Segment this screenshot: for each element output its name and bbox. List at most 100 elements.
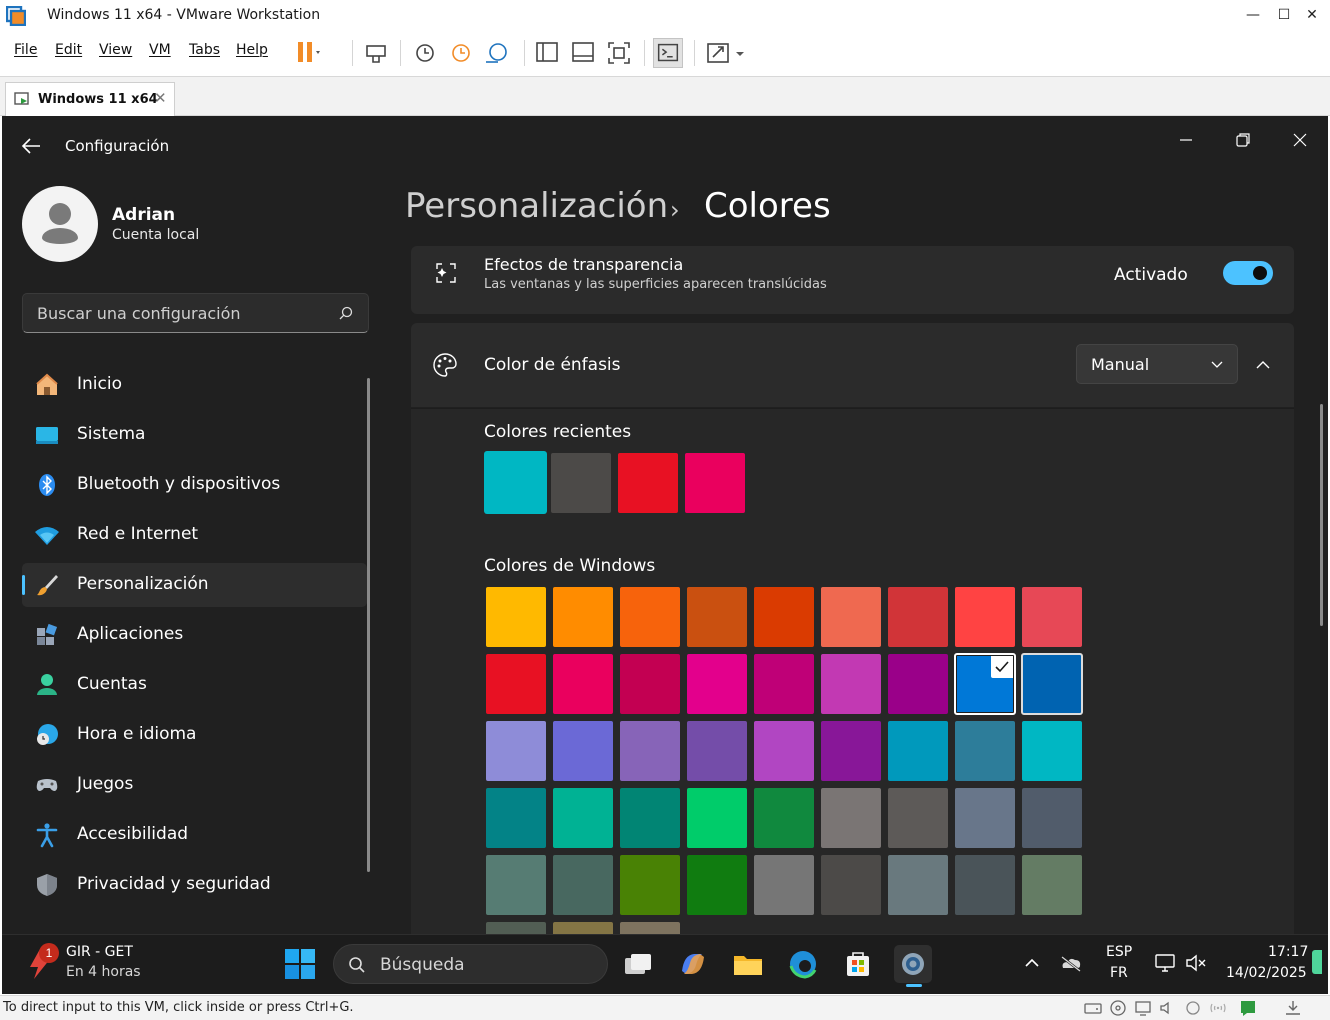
windows-color-swatch[interactable] bbox=[553, 922, 613, 934]
nav-item-accesibilidad[interactable]: Accesibilidad bbox=[22, 813, 367, 857]
recent-color-swatch[interactable] bbox=[618, 453, 678, 513]
windows-color-swatch[interactable] bbox=[486, 788, 546, 848]
suspend-icon[interactable] bbox=[292, 38, 322, 68]
windows-color-swatch[interactable] bbox=[486, 587, 546, 647]
guest-screen[interactable]: Configuración Adrian Cuenta local Buscar… bbox=[2, 116, 1328, 934]
menu-view[interactable]: View bbox=[99, 42, 132, 58]
chevron-up-icon[interactable] bbox=[1020, 951, 1044, 975]
minimize-button[interactable]: — bbox=[1241, 4, 1265, 26]
windows-color-swatch[interactable] bbox=[553, 788, 613, 848]
windows-color-swatch[interactable] bbox=[1022, 721, 1082, 781]
windows-start-icon[interactable] bbox=[283, 947, 317, 981]
network-icon[interactable] bbox=[1153, 951, 1177, 975]
maximize-button[interactable]: ☐ bbox=[1272, 4, 1296, 26]
library-view-icon[interactable] bbox=[532, 38, 562, 68]
send-ctrl-alt-del-icon[interactable] bbox=[361, 38, 391, 68]
windows-color-swatch[interactable] bbox=[821, 721, 881, 781]
store-button[interactable] bbox=[839, 945, 877, 983]
nav-item-privacidad[interactable]: Privacidad y seguridad bbox=[22, 863, 367, 907]
breadcrumb-parent[interactable]: Personalización bbox=[405, 186, 668, 226]
input-language[interactable]: ESP bbox=[1106, 944, 1132, 960]
nav-scrollbar[interactable] bbox=[367, 378, 370, 872]
nav-item-inicio[interactable]: Inicio bbox=[22, 363, 367, 407]
console-view-icon[interactable] bbox=[653, 38, 683, 68]
windows-color-swatch[interactable] bbox=[553, 721, 613, 781]
avatar[interactable] bbox=[22, 186, 98, 262]
windows-color-swatch[interactable] bbox=[821, 654, 881, 714]
windows-color-swatch[interactable] bbox=[888, 788, 948, 848]
vm-tab[interactable]: Windows 11 x64 ✕ bbox=[5, 82, 175, 116]
nav-item-red[interactable]: Red e Internet bbox=[22, 513, 367, 557]
windows-color-swatch[interactable] bbox=[754, 721, 814, 781]
windows-color-swatch[interactable] bbox=[687, 855, 747, 915]
windows-color-swatch[interactable] bbox=[687, 654, 747, 714]
windows-color-swatch[interactable] bbox=[687, 788, 747, 848]
windows-color-swatch[interactable] bbox=[687, 721, 747, 781]
close-button[interactable]: ✕ bbox=[1300, 4, 1324, 26]
windows-color-swatch[interactable] bbox=[754, 654, 814, 714]
windows-color-swatch[interactable] bbox=[754, 587, 814, 647]
windows-color-swatch[interactable] bbox=[620, 721, 680, 781]
nav-item-aplicaciones[interactable]: Aplicaciones bbox=[22, 613, 367, 657]
menu-tabs[interactable]: Tabs bbox=[189, 42, 220, 58]
clock-time[interactable]: 17:17 bbox=[1268, 944, 1308, 960]
nav-item-sistema[interactable]: Sistema bbox=[22, 413, 367, 457]
snapshot-manager-icon[interactable] bbox=[482, 38, 512, 68]
page-scrollbar[interactable] bbox=[1320, 404, 1323, 626]
windows-color-swatch[interactable] bbox=[486, 922, 546, 934]
close-tab-icon[interactable]: ✕ bbox=[154, 89, 167, 107]
edge-button[interactable] bbox=[784, 945, 822, 983]
nav-item-hora[interactable]: Hora e idioma bbox=[22, 713, 367, 757]
windows-color-swatch[interactable] bbox=[486, 855, 546, 915]
windows-color-swatch[interactable] bbox=[821, 855, 881, 915]
windows-color-swatch[interactable] bbox=[486, 721, 546, 781]
windows-color-swatch[interactable] bbox=[955, 788, 1015, 848]
windows-color-swatch[interactable] bbox=[620, 855, 680, 915]
recent-color-swatch[interactable] bbox=[551, 453, 611, 513]
windows-color-swatch[interactable] bbox=[888, 721, 948, 781]
nav-item-juegos[interactable]: Juegos bbox=[22, 763, 367, 807]
wireless-icon[interactable] bbox=[1208, 999, 1228, 1017]
windows-color-swatch[interactable] bbox=[620, 922, 680, 934]
windows-color-swatch[interactable] bbox=[553, 855, 613, 915]
settings-taskbar-button[interactable] bbox=[894, 945, 932, 987]
thumbnail-view-icon[interactable] bbox=[568, 38, 598, 68]
windows-color-swatch[interactable] bbox=[955, 587, 1015, 647]
windows-color-swatch[interactable] bbox=[888, 855, 948, 915]
file-explorer-button[interactable] bbox=[729, 945, 767, 983]
windows-color-swatch[interactable] bbox=[954, 653, 1016, 715]
chevron-up-icon[interactable] bbox=[1249, 351, 1277, 379]
windows-color-swatch[interactable] bbox=[754, 855, 814, 915]
settings-minimize-button[interactable] bbox=[1172, 126, 1200, 154]
windows-color-swatch[interactable] bbox=[486, 654, 546, 714]
sound-card-icon[interactable] bbox=[1158, 999, 1178, 1017]
settings-restore-button[interactable] bbox=[1229, 126, 1257, 154]
windows-color-swatch[interactable] bbox=[1021, 653, 1083, 715]
windows-color-swatch[interactable] bbox=[821, 788, 881, 848]
task-view-button[interactable] bbox=[619, 945, 657, 983]
full-screen-icon[interactable] bbox=[604, 38, 634, 68]
keyboard-layout[interactable]: FR bbox=[1110, 965, 1128, 981]
notification-badge[interactable] bbox=[1312, 950, 1322, 974]
usb-icon[interactable] bbox=[1183, 999, 1203, 1017]
network-adapter-icon[interactable] bbox=[1133, 999, 1153, 1017]
windows-color-swatch[interactable] bbox=[1022, 855, 1082, 915]
windows-color-swatch[interactable] bbox=[754, 788, 814, 848]
windows-color-swatch[interactable] bbox=[620, 788, 680, 848]
recent-color-swatch[interactable] bbox=[685, 453, 745, 513]
message-icon[interactable] bbox=[1238, 999, 1258, 1017]
menu-edit[interactable]: Edit bbox=[55, 42, 82, 58]
menu-vm[interactable]: VM bbox=[149, 42, 171, 58]
nav-item-cuentas[interactable]: Cuentas bbox=[22, 663, 367, 707]
windows-color-swatch[interactable] bbox=[888, 587, 948, 647]
download-icon[interactable] bbox=[1283, 999, 1303, 1017]
transparency-toggle[interactable] bbox=[1223, 261, 1273, 285]
windows-color-swatch[interactable] bbox=[620, 654, 680, 714]
settings-search-input[interactable]: Buscar una configuración bbox=[22, 293, 369, 333]
volume-muted-icon[interactable] bbox=[1184, 951, 1208, 975]
chevron-down-icon[interactable] bbox=[730, 38, 760, 68]
windows-color-swatch[interactable] bbox=[1022, 587, 1082, 647]
revert-snapshot-icon[interactable] bbox=[446, 38, 476, 68]
windows-color-swatch[interactable] bbox=[553, 654, 613, 714]
windows-color-swatch[interactable] bbox=[955, 855, 1015, 915]
